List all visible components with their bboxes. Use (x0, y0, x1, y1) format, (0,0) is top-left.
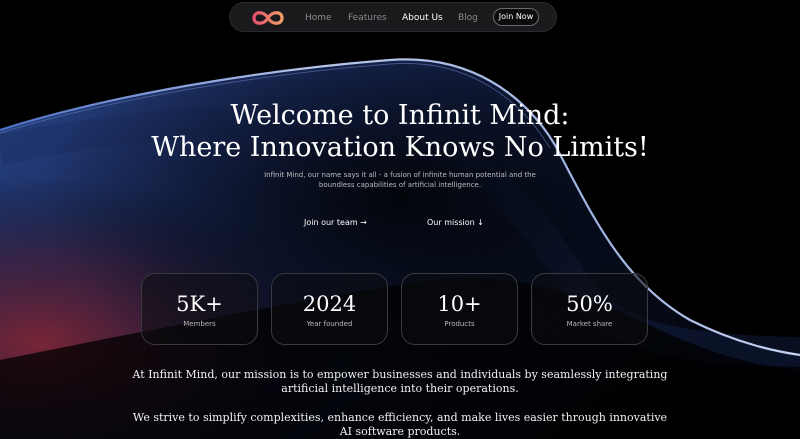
hero-title-line-1: Welcome to Infinit Mind: (230, 100, 570, 131)
hero-title: Welcome to Infinit Mind: Where Innovatio… (0, 100, 800, 164)
stat-card-products: 10+ Products (401, 273, 518, 345)
join-our-team-link[interactable]: Join our team → (304, 218, 367, 228)
stat-value: 2024 (302, 292, 357, 316)
hero-subtitle: Infinit Mind, our name says it all - a f… (264, 171, 536, 189)
our-mission-link[interactable]: Our mission ↓ (427, 218, 484, 228)
stat-label: Members (183, 320, 216, 328)
mission-paragraph-2: We strive to simplify complexities, enha… (132, 411, 668, 438)
stat-card-members: 5K+ Members (141, 273, 258, 345)
hero-title-line-2: Where Innovation Knows No Limits! (151, 132, 649, 163)
stat-value: 50% (566, 292, 613, 316)
nav-link-features[interactable]: Features (348, 12, 387, 24)
mission-paragraph-1: At Infinit Mind, our mission is to empow… (132, 368, 668, 395)
stat-label: Market share (566, 320, 613, 328)
stat-card-market-share: 50% Market share (531, 273, 648, 345)
top-navigation: Home Features About Us Blog Join Now (229, 2, 557, 32)
nav-link-home[interactable]: Home (305, 12, 332, 24)
stat-card-year-founded: 2024 Year founded (271, 273, 388, 345)
nav-link-about-us[interactable]: About Us (402, 12, 443, 24)
stat-value: 5K+ (176, 292, 223, 316)
stat-value: 10+ (437, 292, 482, 316)
stat-label: Products (444, 320, 475, 328)
join-now-button[interactable]: Join Now (493, 8, 539, 26)
stat-label: Year founded (306, 320, 353, 328)
infinity-logo-icon[interactable] (248, 8, 288, 28)
nav-link-blog[interactable]: Blog (458, 12, 478, 24)
